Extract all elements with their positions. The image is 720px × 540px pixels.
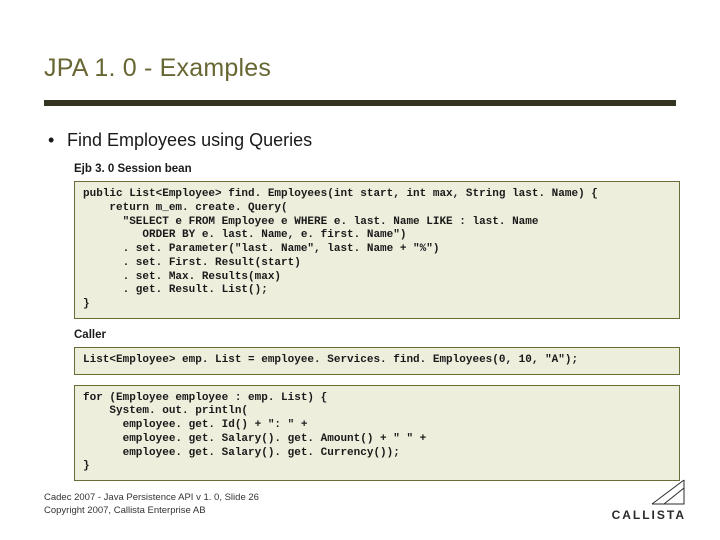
bullet-dot: • — [48, 130, 62, 151]
label-caller: Caller — [74, 329, 680, 341]
code-caller-1: List<Employee> emp. List = employee. Ser… — [74, 347, 680, 375]
title-rule — [44, 100, 676, 106]
bullet-item: • Find Employees using Queries — [48, 130, 680, 151]
footer: Cadec 2007 - Java Persistence API v 1. 0… — [44, 492, 259, 518]
logo-text: CALLISTA — [612, 508, 686, 522]
bullet-text: Find Employees using Queries — [67, 130, 312, 150]
footer-line-1: Cadec 2007 - Java Persistence API v 1. 0… — [44, 492, 259, 505]
slide: JPA 1. 0 - Examples • Find Employees usi… — [0, 0, 720, 540]
sub-content: Ejb 3. 0 Session bean public List<Employ… — [74, 163, 680, 481]
footer-line-2: Copyright 2007, Callista Enterprise AB — [44, 505, 259, 518]
slide-title: JPA 1. 0 - Examples — [44, 54, 271, 83]
logo: CALLISTA — [612, 478, 686, 522]
code-session: public List<Employee> find. Employees(in… — [74, 181, 680, 319]
label-session: Ejb 3. 0 Session bean — [74, 163, 680, 175]
logo-mark-icon — [650, 478, 686, 506]
content-area: • Find Employees using Queries Ejb 3. 0 … — [44, 130, 680, 491]
code-caller-2: for (Employee employee : emp. List) { Sy… — [74, 385, 680, 482]
